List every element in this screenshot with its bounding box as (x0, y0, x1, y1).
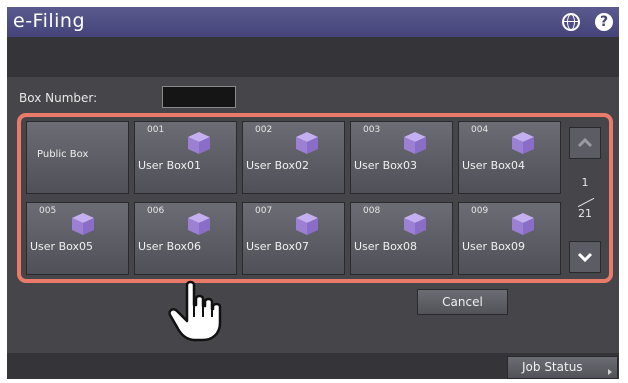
job-status-button[interactable]: Job Status (507, 356, 618, 379)
scroll-up-button[interactable] (569, 127, 601, 159)
user-box-button[interactable]: 008 User Box08 (350, 202, 453, 275)
box-number: 006 (147, 206, 165, 216)
efiling-screen: e-Filing ? Box Number: Public Box 001 Us… (7, 7, 619, 379)
page-current: 1 (581, 176, 589, 189)
box-cube-icon (296, 213, 318, 235)
box-number: 004 (471, 125, 489, 135)
box-label: User Box05 (30, 240, 94, 253)
pointing-hand-icon (168, 280, 222, 342)
box-number: 008 (363, 206, 381, 216)
chevron-up-icon (577, 137, 593, 148)
box-number-input[interactable] (162, 86, 236, 108)
box-number: 005 (39, 206, 57, 216)
user-box-button[interactable]: 005 User Box05 (26, 202, 129, 275)
job-status-label: Job Status (522, 360, 583, 374)
user-box-button[interactable]: 006 User Box06 (134, 202, 237, 275)
box-label: User Box04 (462, 159, 526, 172)
box-number-label: Box Number: (19, 91, 98, 105)
box-label: User Box03 (354, 159, 418, 172)
box-label: User Box06 (138, 240, 202, 253)
box-number: 003 (363, 125, 381, 135)
box-cube-icon (72, 213, 94, 235)
scroll-down-button[interactable] (569, 241, 601, 273)
user-box-button[interactable]: 003 User Box03 (350, 121, 453, 194)
box-label: User Box09 (462, 240, 526, 253)
box-label: User Box02 (246, 159, 310, 172)
public-box-label: Public Box (37, 149, 89, 160)
box-number: 001 (147, 125, 165, 135)
globe-icon[interactable] (562, 13, 580, 31)
chevron-down-icon (577, 252, 593, 263)
user-box-button[interactable]: 004 User Box04 (458, 121, 561, 194)
box-cube-icon (296, 132, 318, 154)
public-box-button[interactable]: Public Box (26, 121, 129, 194)
box-number: 002 (255, 125, 273, 135)
box-number: 009 (471, 206, 489, 216)
box-cube-icon (512, 132, 534, 154)
user-box-button[interactable]: 001 User Box01 (134, 121, 237, 194)
box-label: User Box08 (354, 240, 418, 253)
user-box-button[interactable]: 009 User Box09 (458, 202, 561, 275)
corner-triangle-icon (608, 369, 612, 375)
box-cube-icon (512, 213, 534, 235)
box-label: User Box07 (246, 240, 310, 253)
help-icon[interactable]: ? (595, 13, 613, 31)
box-label: User Box01 (138, 159, 202, 172)
user-box-button[interactable]: 007 User Box07 (242, 202, 345, 275)
page-total: 21 (578, 207, 592, 220)
box-cube-icon (404, 213, 426, 235)
message-area (7, 37, 619, 77)
cancel-button[interactable]: Cancel (417, 289, 508, 315)
title-bar: e-Filing ? (7, 7, 619, 37)
app-title: e-Filing (13, 10, 86, 32)
box-cube-icon (188, 213, 210, 235)
user-box-button[interactable]: 002 User Box02 (242, 121, 345, 194)
box-number: 007 (255, 206, 273, 216)
box-cube-icon (404, 132, 426, 154)
box-cube-icon (188, 132, 210, 154)
